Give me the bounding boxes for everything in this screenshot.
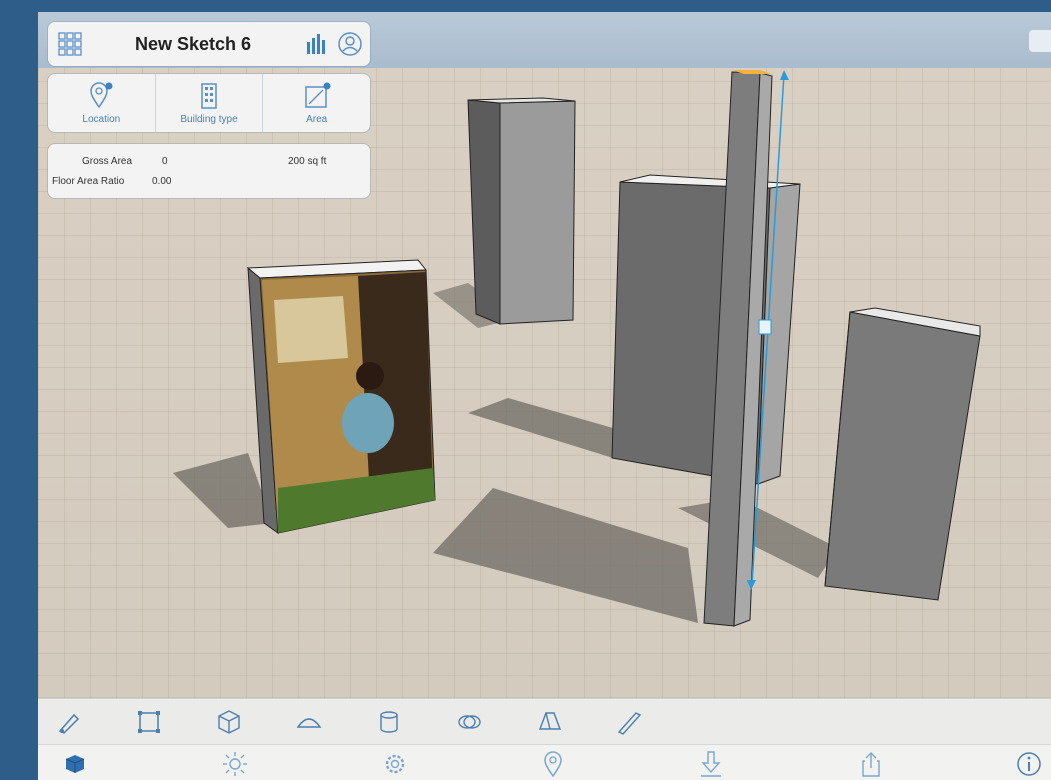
sketches-grid-button[interactable] <box>56 30 84 58</box>
shadow <box>433 488 698 623</box>
shape-toolbar <box>38 698 1051 745</box>
account-button[interactable] <box>336 30 364 58</box>
box-front <box>824 311 981 601</box>
cylinder-icon <box>380 711 398 733</box>
gear-icon <box>385 754 405 774</box>
tab-import[interactable] <box>696 749 726 779</box>
building-type-tool-label: Building type <box>180 114 238 125</box>
rectangle-icon <box>138 711 160 733</box>
building-icon <box>201 83 217 109</box>
location-pin-icon <box>544 751 562 778</box>
tab-bar <box>38 744 1051 780</box>
gross-area-label: Gross Area <box>82 156 133 167</box>
box-tool-button[interactable] <box>214 707 244 737</box>
photo-texture-head <box>356 362 384 390</box>
device-frame: New Sketch 6 Location Building type Area… <box>0 0 1051 780</box>
location-tool[interactable]: Location <box>48 74 156 132</box>
tab-info[interactable] <box>1014 749 1044 779</box>
building-type-tool[interactable]: Building type <box>156 74 264 132</box>
tools-panel: Location Building type Area <box>48 74 370 132</box>
sun-icon <box>223 752 247 776</box>
photo-texture-shelves <box>274 296 348 363</box>
title-panel: New Sketch 6 <box>48 22 370 66</box>
shadow <box>678 498 838 578</box>
area-icon <box>304 82 331 108</box>
rectangle-tool-button[interactable] <box>134 707 164 737</box>
user-icon <box>338 32 362 56</box>
prism-icon <box>538 712 562 730</box>
lens-icon <box>458 715 481 729</box>
share-icon <box>862 752 880 777</box>
location-pin-icon <box>90 82 113 109</box>
dimension-arrow <box>780 70 789 80</box>
download-icon <box>701 751 721 777</box>
area-tool-label: Area <box>306 114 328 125</box>
dome-tool-button[interactable] <box>294 707 324 737</box>
box-icon <box>218 710 240 734</box>
gross-area-value: 0 <box>162 156 168 167</box>
sketch-title[interactable]: New Sketch 6 <box>84 34 302 55</box>
cube-icon <box>65 755 85 773</box>
analysis-button[interactable] <box>302 30 330 58</box>
grid-icon <box>58 32 82 56</box>
tab-share[interactable] <box>856 749 886 779</box>
knife-icon <box>617 712 642 735</box>
tab-sun[interactable] <box>220 749 250 779</box>
pen-tool-button[interactable] <box>54 707 84 737</box>
area-info-panel: Gross Area 0 200 sq ft Floor Area Ratio … <box>48 144 370 198</box>
knife-tool-button[interactable] <box>614 707 644 737</box>
tab-settings[interactable] <box>380 749 410 779</box>
prism-tool-button[interactable] <box>534 707 564 737</box>
location-tool-label: Location <box>82 114 121 125</box>
home-view-button[interactable] <box>1029 30 1051 52</box>
gross-area-target: 200 sq ft <box>288 156 327 167</box>
tab-location[interactable] <box>538 749 568 779</box>
shadow <box>173 453 273 528</box>
lens-tool-button[interactable] <box>454 707 484 737</box>
far-value: 0.00 <box>152 176 172 187</box>
tab-model[interactable] <box>60 749 90 779</box>
cylinder-tool-button[interactable] <box>374 707 404 737</box>
photo-texture-person <box>342 393 394 453</box>
pen-icon <box>58 713 80 734</box>
bar-chart-icon <box>307 34 325 54</box>
area-tool[interactable]: Area <box>263 74 370 132</box>
box-front <box>499 100 576 325</box>
app-screen: New Sketch 6 Location Building type Area… <box>38 12 1051 780</box>
far-label: Floor Area Ratio <box>52 176 125 187</box>
dome-icon <box>296 718 322 728</box>
info-icon <box>1017 752 1041 776</box>
dimension-handle[interactable] <box>758 319 772 335</box>
